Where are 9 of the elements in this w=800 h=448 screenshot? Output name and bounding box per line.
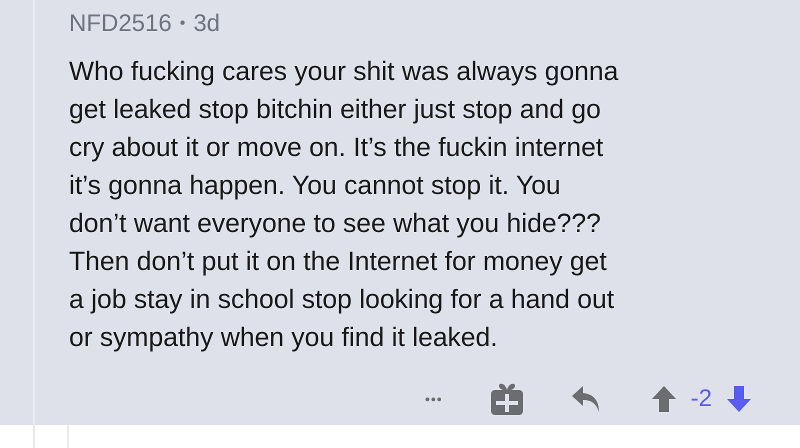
upvote-icon[interactable] bbox=[650, 385, 677, 413]
comment-age: 3d bbox=[193, 10, 220, 38]
downvote-icon[interactable] bbox=[726, 385, 752, 413]
more-options-button[interactable]: ••• bbox=[424, 391, 443, 407]
username[interactable]: NFD2516 bbox=[69, 10, 172, 38]
comment-body: Who fucking cares your shit was always gonna get leaked stop bitchin either just stop and go cry about it or move on. It’s the fuckin internet it’s gonna happen. You cannot stop it. You don’t want everyone to see what you hide??? Then don’t put it on the Internet for money get a job stay in school stop looking for a hand out or sympathy when you find it leaked. bbox=[69, 55, 620, 354]
vote-score: -2 bbox=[690, 385, 712, 413]
separator-dot: • bbox=[180, 15, 186, 33]
gift-icon[interactable] bbox=[490, 382, 523, 416]
